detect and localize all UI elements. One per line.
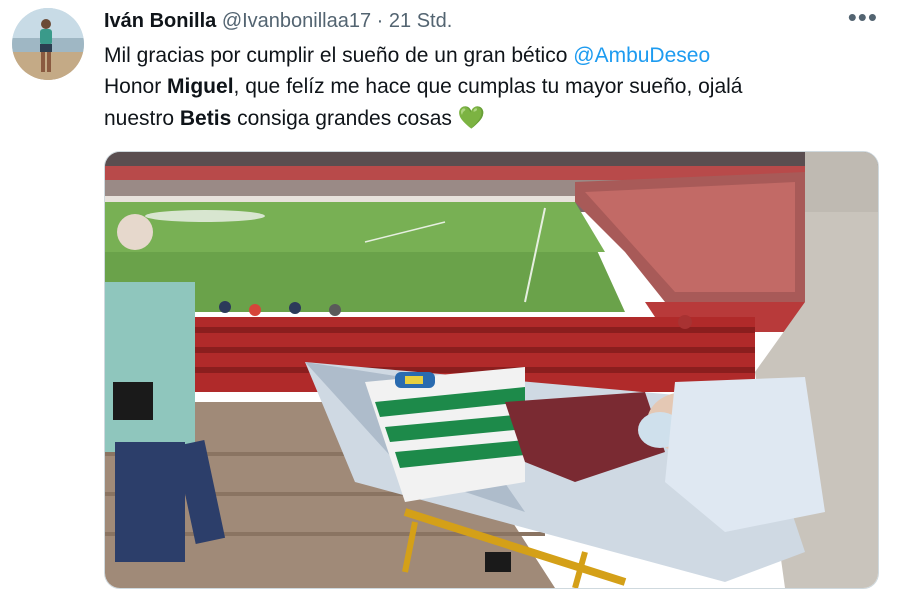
tweet-text-part: nuestro [104,107,180,130]
stadium-photo [105,152,878,588]
tweet-text: Mil gracias por cumplir el sueño de un g… [104,40,864,134]
tweet-text-part: consiga grandes cosas [231,107,458,130]
author-handle[interactable]: @Ivanbonillaa17 [222,10,371,32]
more-options-icon[interactable]: ••• [848,4,878,30]
tweet-text-part: Mil gracias por cumplir el sueño de un g… [104,44,574,67]
tweet-media-photo[interactable] [104,151,879,589]
avatar-image [12,8,84,80]
tweet-header: Iván Bonilla @Ivanbonillaa17 · 21 Std. [104,8,452,34]
tweet-timestamp[interactable]: 21 Std. [389,10,452,32]
tweet-text-part: Honor [104,75,168,98]
meta-separator: · [376,10,384,32]
tweet-line-1: Mil gracias por cumplir el sueño de un g… [104,40,864,71]
bold-name: Miguel [167,75,234,98]
green-heart-icon: 💚 [457,105,486,130]
avatar[interactable] [12,8,84,80]
tweet-line-2: Honor Miguel, que felíz me hace que cump… [104,71,864,102]
mention-link[interactable]: @AmbuDeseo [573,44,710,67]
tweet-text-part: , que felíz me hace que cumplas tu mayor… [233,75,743,98]
author-name[interactable]: Iván Bonilla [104,10,216,32]
tweet-line-3: nuestro Betis consiga grandes cosas 💚 [104,102,864,134]
bold-team: Betis [179,107,232,130]
